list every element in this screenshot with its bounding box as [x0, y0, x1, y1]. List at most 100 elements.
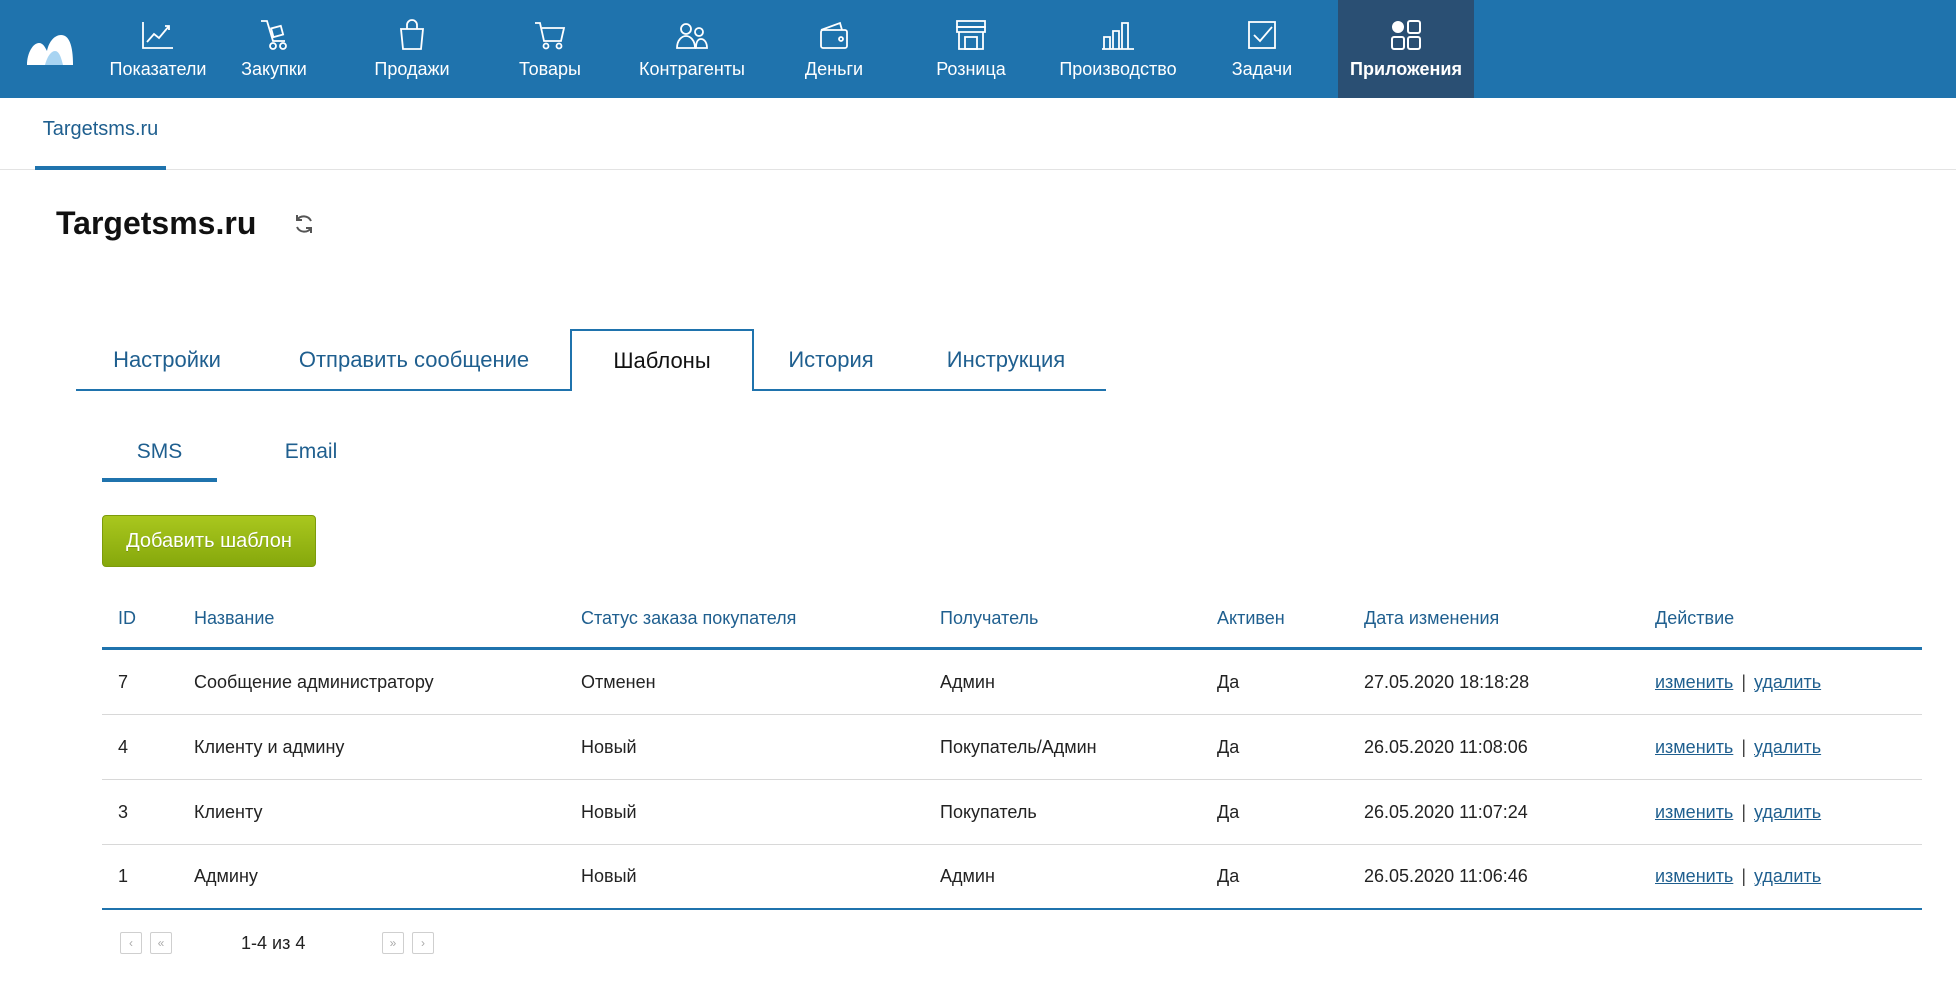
cell-name: Клиенту — [194, 801, 263, 822]
cell-date: 26.05.2020 11:07:24 — [1364, 801, 1528, 822]
cell-recipient: Покупатель/Админ — [940, 736, 1097, 757]
action-separator: | — [1741, 866, 1746, 886]
cell-recipient: Админ — [940, 671, 995, 692]
refresh-icon[interactable] — [292, 212, 316, 236]
tab-instructions[interactable]: Инструкция — [908, 329, 1104, 391]
cell-active: Да — [1217, 801, 1240, 822]
nav-item-label: Товары — [519, 59, 581, 79]
action-separator: | — [1741, 736, 1746, 757]
nav-item-label: Продажи — [374, 59, 450, 79]
table-row: 3 Клиенту Новый Покупатель Да 26.05.2020… — [102, 780, 1922, 845]
add-template-button[interactable]: Добавить шаблон — [102, 515, 316, 567]
tab-send-message[interactable]: Отправить сообщение — [258, 329, 570, 391]
cell-date: 26.05.2020 11:06:46 — [1364, 866, 1528, 886]
action-separator: | — [1741, 671, 1746, 692]
people-icon — [674, 17, 710, 53]
table-header: ID Название Статус заказа покупателя Пол… — [102, 590, 1922, 650]
header-date[interactable]: Дата изменения — [1364, 590, 1499, 647]
app-tab-targetsms[interactable]: Targetsms.ru — [35, 98, 166, 170]
table-row: 1 Админу Новый Админ Да 26.05.2020 11:06… — [102, 845, 1922, 910]
cell-id: 7 — [118, 671, 129, 692]
pagination: ‹ « 1-4 из 4 » › — [120, 932, 440, 956]
tab-history[interactable]: История — [754, 329, 908, 391]
nav-item-label: Деньги — [804, 59, 864, 79]
header-name[interactable]: Название — [194, 590, 274, 647]
header-recipient[interactable]: Получатель — [940, 590, 1038, 647]
nav-item-apps[interactable]: Приложения — [1338, 0, 1474, 98]
cell-actions: изменить | удалить — [1655, 845, 1821, 908]
nav-item-label: Показатели — [109, 59, 207, 79]
cell-recipient: Админ — [940, 866, 995, 886]
edit-link[interactable]: изменить — [1655, 737, 1733, 758]
pager-last-button[interactable]: › — [412, 932, 434, 954]
cell-status: Новый — [581, 736, 637, 757]
templates-table: ID Название Статус заказа покупателя Пол… — [102, 590, 1922, 910]
cell-status: Новый — [581, 866, 637, 886]
app-logo[interactable] — [0, 0, 100, 98]
header-id[interactable]: ID — [118, 590, 136, 647]
nav-item-retail[interactable]: Розница — [892, 0, 1050, 98]
apps-grid-icon — [1388, 17, 1424, 53]
pager-range-text: 1-4 из 4 — [241, 933, 306, 953]
delete-link[interactable]: удалить — [1754, 802, 1821, 823]
edit-link[interactable]: изменить — [1655, 866, 1733, 887]
nav-item-production[interactable]: Производство — [1050, 0, 1186, 98]
nav-item-indicators[interactable]: Показатели — [100, 0, 216, 98]
nav-item-sales[interactable]: Продажи — [332, 0, 492, 98]
action-separator: | — [1741, 801, 1746, 822]
nav-item-goods[interactable]: Товары — [492, 0, 608, 98]
subtab-sms[interactable]: SMS — [102, 440, 217, 482]
cell-recipient: Покупатель — [940, 801, 1037, 822]
nav-item-purchases[interactable]: Закупки — [216, 0, 332, 98]
wallet-icon — [816, 17, 852, 53]
nav-item-label: Производство — [1059, 59, 1177, 79]
main-tabs: Настройки Отправить сообщение Шаблоны Ис… — [76, 329, 1106, 393]
delete-link[interactable]: удалить — [1754, 866, 1821, 887]
tab-templates[interactable]: Шаблоны — [570, 329, 754, 393]
nav-item-label: Контрагенты — [638, 59, 745, 79]
cell-actions: изменить | удалить — [1655, 715, 1821, 779]
pager-next-button[interactable]: » — [382, 932, 404, 954]
edit-link[interactable]: изменить — [1655, 802, 1733, 823]
checkbox-icon — [1244, 17, 1280, 53]
subtab-email[interactable]: Email — [262, 440, 360, 478]
cell-actions: изменить | удалить — [1655, 650, 1821, 714]
cell-id: 4 — [118, 736, 129, 757]
cell-date: 26.05.2020 11:08:06 — [1364, 736, 1528, 757]
cell-name: Сообщение администратору — [194, 671, 434, 692]
cell-name: Клиенту и админу — [194, 736, 345, 757]
header-status[interactable]: Статус заказа покупателя — [581, 590, 796, 647]
cell-active: Да — [1217, 736, 1240, 757]
store-icon — [953, 17, 989, 53]
nav-item-label: Приложения — [1350, 59, 1462, 79]
cell-active: Да — [1217, 866, 1240, 886]
nav-item-money[interactable]: Деньги — [776, 0, 892, 98]
cell-id: 1 — [118, 866, 129, 886]
header-active[interactable]: Активен — [1217, 590, 1285, 647]
tab-settings[interactable]: Настройки — [76, 329, 258, 391]
cell-name: Админу — [194, 866, 258, 886]
nav-item-label: Задачи — [1231, 59, 1293, 79]
chart-line-icon — [140, 17, 176, 53]
shopping-cart-icon — [532, 17, 568, 53]
pager-first-button[interactable]: « — [150, 932, 172, 954]
nav-item-label: Закупки — [241, 59, 307, 79]
edit-link[interactable]: изменить — [1655, 672, 1733, 693]
cart-dolly-icon — [256, 17, 292, 53]
app-tab-bar: Targetsms.ru — [0, 98, 1956, 170]
cloud-logo-icon — [27, 35, 73, 65]
cell-actions: изменить | удалить — [1655, 780, 1821, 844]
factory-icon — [1100, 17, 1136, 53]
nav-item-tasks[interactable]: Задачи — [1186, 0, 1338, 98]
cell-status: Новый — [581, 801, 637, 822]
table-row: 4 Клиенту и админу Новый Покупатель/Адми… — [102, 715, 1922, 780]
delete-link[interactable]: удалить — [1754, 672, 1821, 693]
shopping-bag-icon — [394, 17, 430, 53]
page-title: Targetsms.ru — [56, 205, 257, 241]
cell-active: Да — [1217, 671, 1240, 692]
delete-link[interactable]: удалить — [1754, 737, 1821, 758]
top-navigation: Показатели Закупки Продажи Товары Контра… — [0, 0, 1956, 98]
nav-item-counterparties[interactable]: Контрагенты — [608, 0, 776, 98]
pager-prev-button[interactable]: ‹ — [120, 932, 142, 954]
cell-date: 27.05.2020 18:18:28 — [1364, 671, 1530, 692]
